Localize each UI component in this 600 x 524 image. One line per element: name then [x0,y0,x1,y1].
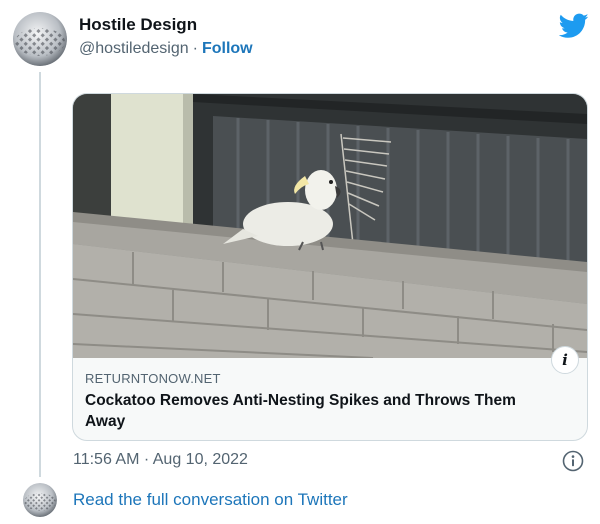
card-info-badge[interactable]: i [551,346,579,374]
author-avatar[interactable] [13,12,67,66]
info-circle-icon[interactable] [562,450,584,472]
follow-link[interactable]: Follow [202,40,253,57]
separator: · [192,40,198,57]
card-image[interactable] [73,94,587,358]
twitter-bird-icon[interactable] [559,13,589,39]
author-meta: @hostiledesign · Follow [79,40,253,58]
link-card[interactable]: i RETURNTONOW.NET Cockatoo Removes Anti-… [72,93,588,441]
read-conversation-link[interactable]: Read the full conversation on Twitter [73,490,348,510]
tweet-timestamp[interactable]: 11:56 AM · Aug 10, 2022 [73,451,248,469]
card-title[interactable]: Cockatoo Removes Anti-Nesting Spikes and… [85,390,555,432]
author-handle[interactable]: @hostiledesign [79,40,189,57]
author-name[interactable]: Hostile Design [79,15,197,35]
footer-avatar [23,483,57,517]
thread-line [39,72,41,477]
card-domain: RETURNTONOW.NET [85,371,221,386]
